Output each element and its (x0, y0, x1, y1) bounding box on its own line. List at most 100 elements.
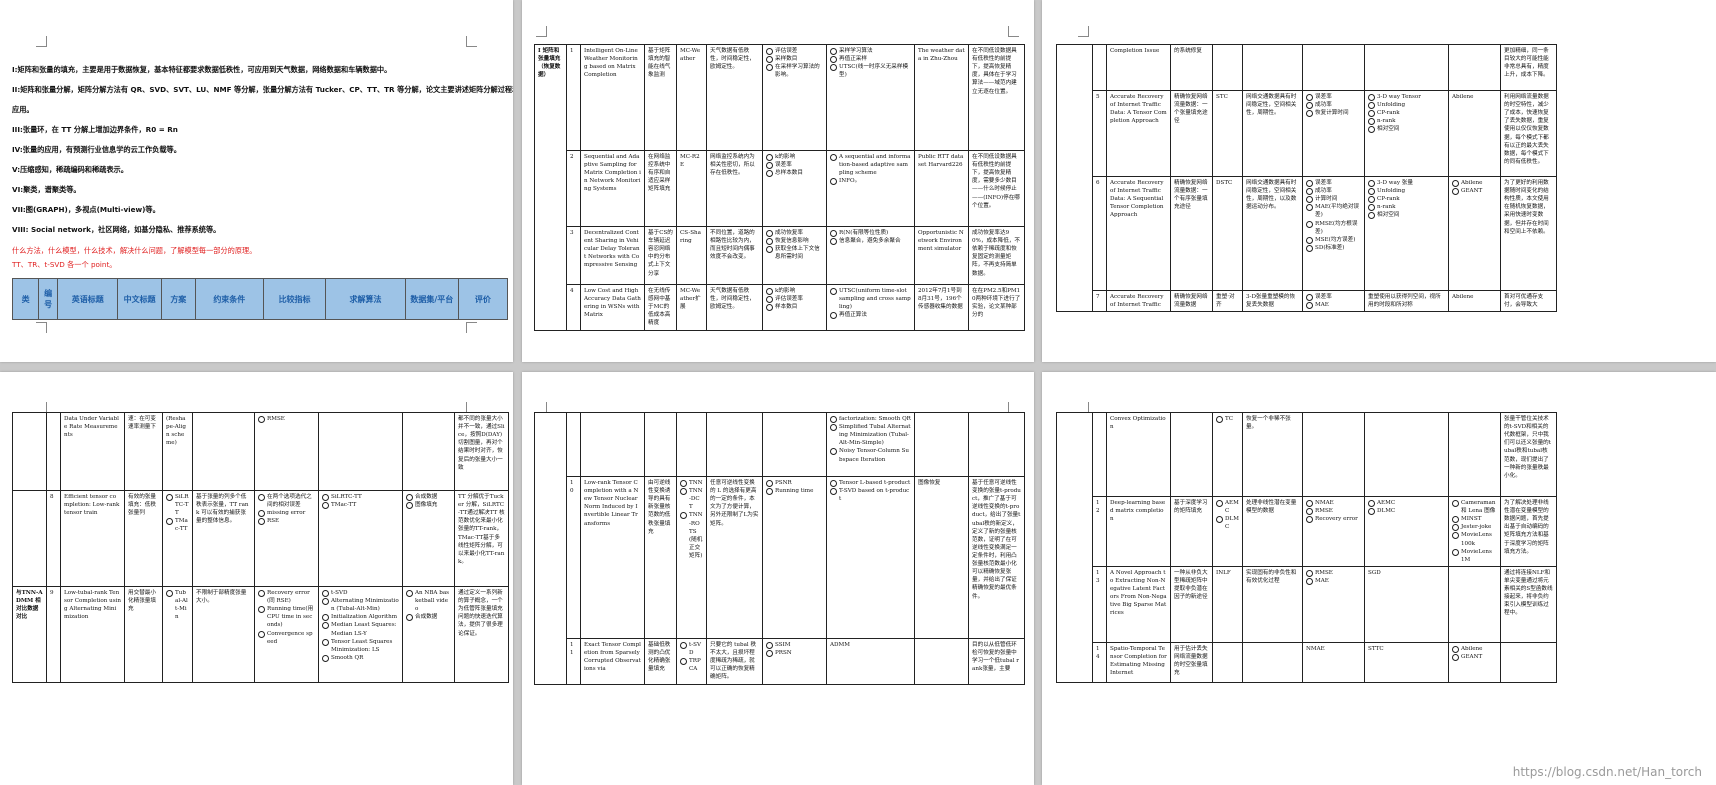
header-cell: 编号 (38, 278, 58, 320)
scheme-cell: (Reshape-Align scheme) (162, 412, 193, 491)
header-cell: 比较指标 (262, 278, 327, 320)
metrics-cell (1302, 412, 1365, 497)
english-title: Intelligent On-Line Weather Monitoring b… (580, 44, 645, 151)
dataset-cell: An NBA basketball video 合成数据 (402, 586, 455, 683)
row-number (566, 412, 581, 477)
table-row: Data Under Variable Rate Measurements 速：… (12, 412, 509, 491)
paper-table: I 矩阵和张量填充（恢复数据） 1 Intelligent On-Line We… (534, 44, 1025, 331)
constraint-cell (706, 412, 763, 477)
outline-text: I:矩阵和张量的填充，主要是用于数据恢复，基本特征都要求数据低秩性，可应用到天气… (12, 60, 513, 272)
english-title (580, 412, 645, 477)
crop-mark (36, 36, 47, 47)
page-4: Data Under Variable Rate Measurements 速：… (0, 372, 513, 785)
algorithm-cell (1364, 44, 1449, 91)
algorithm-item: Smooth QR (322, 654, 399, 662)
dataset-cell (1448, 412, 1501, 497)
chinese-title: 一种从非负大型稀疏矩阵中提取非负潜在因子的新途径 (1170, 565, 1213, 643)
dataset-cell: 合成数据 图像填充 (402, 490, 455, 587)
table-row: 13 A Novel Approach to Extracting Non-Ne… (1057, 565, 1557, 643)
outline-line: VII:图(GRAPH)，多视点(Multi-view)等。 (12, 205, 160, 214)
header-cell: 约束条件 (194, 278, 264, 320)
english-title: Efficient tensor completion: Low-rank te… (60, 490, 125, 587)
dataset-cell: 图像恢复 (914, 476, 969, 639)
metric-item: MAE(平均绝对误差) (1306, 203, 1361, 219)
metric-item: 成功率 (1306, 187, 1361, 196)
scheme-cell: INLF (1212, 565, 1243, 643)
english-title: Low Cost and High Accuracy Data Gatherin… (580, 284, 645, 331)
scheme-item: SiLRTC-TT (166, 493, 189, 517)
evaluation-cell: 目的以从低管低环检可恢复的张量中学习一个低tubal rank张量，主要 (968, 638, 1025, 685)
algorithm-cell: STTC (1364, 641, 1449, 683)
chinese-title: 用于估计丢失网络流量数据的时空张量填充 (1170, 641, 1213, 683)
scheme-cell: SiLRTC-TT TMac-TT (162, 490, 193, 587)
constraint-cell: 网络监控系统内为相关性密切，所以存在低秩性。 (706, 150, 763, 227)
constraint-cell: 只要它的 tubal 秩不太大，且损坏程度稀疏为稀疏，就可以正确的恢复精确矩阵。 (706, 638, 763, 685)
algorithm-item: SiLRTC-TT (322, 493, 399, 502)
algorithm-item: AEMC (1368, 499, 1445, 508)
metrics-cell: 评估误差 采样数目 在采样学习算法的影响。 (762, 44, 827, 151)
category-cell (1056, 43, 1093, 313)
row-number: 4 (566, 284, 581, 331)
chinese-title: 用交替最小化精张量填充 (124, 586, 163, 683)
constraint-cell: 恢复一个非稀不张量。 (1242, 412, 1303, 497)
header-cell: 类 (11, 278, 40, 320)
header-cell: 评价 (457, 278, 509, 320)
metrics-cell (762, 412, 827, 477)
category-cell (534, 412, 567, 685)
algorithm-item: t-SVD (322, 589, 399, 598)
crop-mark (536, 26, 547, 37)
algorithm-item: CP-rank (1368, 109, 1445, 118)
row-number: 5 (1092, 90, 1107, 177)
metric-item: k的影响 (766, 287, 823, 296)
algorithm-item: 采样学习算法 (830, 47, 911, 56)
evaluation-cell: 在在PM2.5和PM10两种环境下进行了实验，论文某种部分的 (968, 284, 1025, 331)
metric-item: Running time(用CPU time in seconds) (258, 605, 315, 629)
dataset-item: 合成数据 (406, 613, 451, 622)
dataset-cell: Abilene GEANT (1448, 641, 1501, 683)
algorithm-item: UTSC(uniform time-slot sampling and cros… (830, 287, 911, 311)
chinese-title: 的系统修复 (1170, 44, 1213, 91)
metrics-cell: NMAE RMSE Recovery error (1302, 496, 1365, 567)
table-row: 6 Accurate Recovery of Internet Traffic … (1057, 176, 1557, 291)
english-title: Decentralized Content Sharing in Vehicul… (580, 226, 645, 285)
dataset-cell: Opportunistic Network Environment simula… (914, 226, 969, 285)
algorithm-cell: Tensor L-based t-product T-SVD based on t… (826, 476, 915, 639)
evaluation-cell: 成功恢复率达90%，成本降低，不依赖于稀疏度和恢复固定的测量矩阵，不再支持简单数… (968, 226, 1025, 285)
scheme-item: TMac-TT (166, 517, 189, 533)
row-number: 3 (566, 226, 581, 285)
constraint-cell: 网络交通数据具有时间稳定性，空间相关性，周期性，以及数据运动分布。 (1242, 176, 1303, 291)
metric-item: Recovery error(同 RSE) (258, 589, 315, 605)
scheme-cell: DSTC (1212, 176, 1243, 291)
algorithm-item: factorization: Smooth QR (830, 415, 911, 424)
algorithm-cell: A sequential and information-based adapt… (826, 150, 915, 227)
metric-item: RMSE(均方根误差) (1306, 220, 1361, 236)
metric-item: PSNR (766, 479, 823, 488)
algorithm-item: Tensor L-based t-product (830, 479, 911, 488)
chinese-title: 精确恢复网络流量数据 (1170, 289, 1213, 313)
algorithm-cell (318, 412, 403, 491)
english-title: Sequential and Adaptive Sampling for Mat… (580, 150, 645, 227)
constraint-cell: 3-D张量重塑模的恢复丢失数据 (1242, 289, 1303, 313)
chinese-title: 在网络监控系统中有序和自适应采样矩阵填充 (644, 150, 677, 227)
metrics-cell: 在两个选项选代之间的相对误差 missing error RSE (254, 490, 319, 587)
dataset-cell: Public RTT data set Harvard226 (914, 150, 969, 227)
algorithm-item: R(N(有限等位性质) (830, 229, 911, 238)
algorithm-cell: t-SVD Alternating Minimization (Tubal-Alt… (318, 586, 403, 683)
evaluation-cell (1500, 641, 1557, 683)
metrics-cell: 误差率 成功率 恢复计算时间 (1302, 90, 1365, 177)
metric-item: 获取全体上下文信息所需时间 (766, 245, 823, 261)
chinese-title: 精确恢复网络流量数据：一个有序张量填充途径 (1170, 176, 1213, 291)
category-cell (12, 490, 47, 587)
row-number (1092, 44, 1107, 91)
metric-item: 恢复信息影响 (766, 237, 823, 246)
table-row: 8 Efficient tensor completion: Low-rank … (12, 490, 509, 587)
dataset-item: Cameraman 和 Lena 图像 (1452, 499, 1497, 515)
scheme-item: t-SVD (680, 641, 703, 657)
paper-table: Data Under Variable Rate Measurements 速：… (12, 412, 509, 683)
algorithm-item: CP-rank (1368, 195, 1445, 204)
dataset-cell: Abilene (1448, 90, 1501, 177)
dataset-item: GEANT (1452, 187, 1497, 196)
page-1: I:矩阵和张量的填充，主要是用于数据恢复，基本特征都要求数据低秩性，可应用到天气… (0, 0, 513, 362)
header-cell: 中文标题 (117, 278, 162, 320)
table-row: 11 Exact Tensor Completion from Sparsely… (535, 638, 1025, 685)
